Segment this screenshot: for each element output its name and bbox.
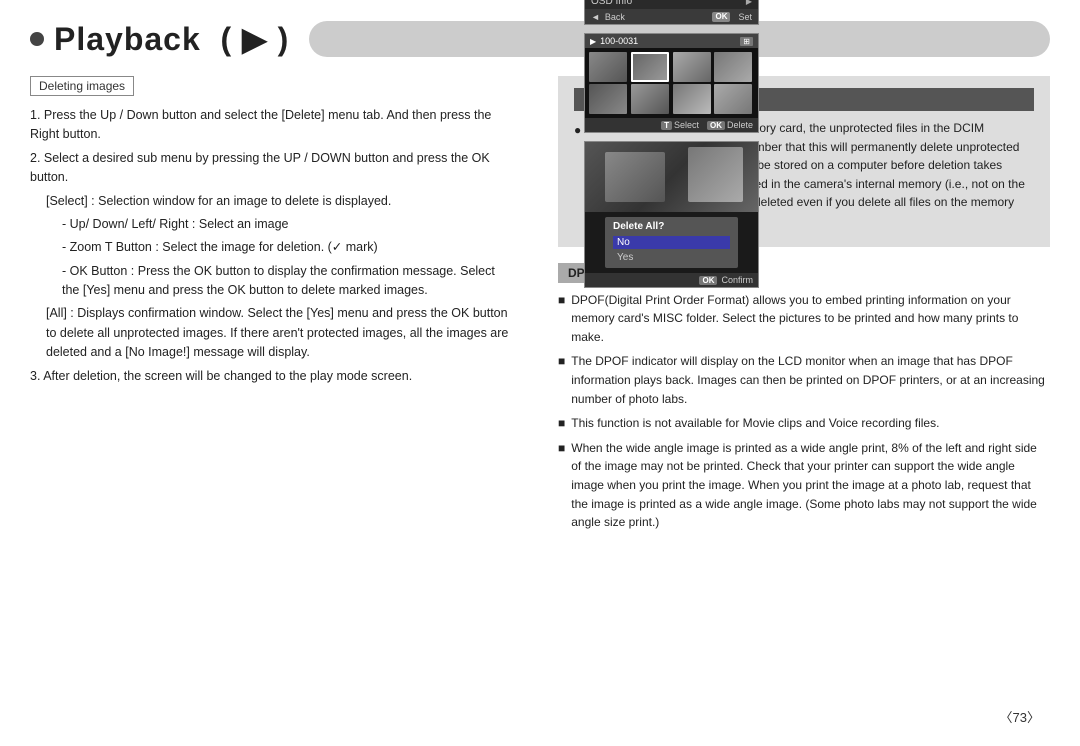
ok-set: OK Set [712,12,752,22]
photo-thumb-5 [589,84,627,114]
photo-thumb-4 [714,52,752,82]
left-column: Deleting images 1. Press the Up / Down b… [30,76,510,699]
dpof-item-3: ■ This function is not available for Mov… [558,414,1050,433]
t-select: T Select [661,120,699,130]
page: Playback ( ▶ ) Deleting images 1. Press … [0,0,1080,746]
photo-thumb-1 [589,52,627,82]
ok-delete: OK Delete [707,120,753,130]
photo-thumb-6 [631,84,669,114]
dpof-item-2: ■ The DPOF indicator will display on the… [558,352,1050,408]
select-desc: [Select] : Selection window for an image… [30,192,510,211]
photo-thumb-2 [631,52,669,82]
delete-screen: Delete All? No Yes OK Confirm [584,141,759,288]
all-desc: [All] : Displays confirmation window. Se… [30,304,510,362]
dpof-section: DPOF ■ DPOF(Digital Print Order Format) … [558,263,1050,532]
photo-grid-header: ▶ 100-0031 ⊞ [585,34,758,48]
delete-screen-bottom: OK Confirm [585,273,758,287]
menu-bottom-bar: ◄ Back OK Set [585,10,758,24]
section-label: Deleting images [30,76,134,96]
back-label: ◄ Back [591,12,625,22]
delete-dialog: Delete All? No Yes [605,217,738,268]
delete-dialog-title: Delete All? [613,221,730,232]
delete-option-no: No [613,236,730,249]
page-title: Playback ( ▶ ) [54,20,289,58]
photo-thumb-8 [714,84,752,114]
menu-screen: PLAYBACK Protect ▶ Delete ▶ Select DPOF [584,0,759,25]
photo-thumb-7 [673,84,711,114]
photo-grid-screen: ▶ 100-0031 ⊞ [584,33,759,133]
header-bullet [30,32,44,46]
main-content: Deleting images 1. Press the Up / Down b… [30,76,1050,699]
photo-grid-title: 100-0031 [600,36,638,46]
dpof-item-1: ■ DPOF(Digital Print Order Format) allow… [558,291,1050,347]
menu-item-osd: OSD Info ▶ [585,0,758,10]
dpof-content: ■ DPOF(Digital Print Order Format) allow… [558,291,1050,532]
photo-thumb-3 [673,52,711,82]
step-3: 3. After deletion, the screen will be ch… [30,367,510,386]
delete-options: No Yes [613,236,730,264]
zoom-desc: - Zoom T Button : Select the image for d… [30,238,510,257]
play-icon: ▶ [590,37,596,46]
menu-items: Protect ▶ Delete ▶ Select DPOF ▶ All [585,0,758,10]
page-header: Playback ( ▶ ) [30,20,1050,58]
nav-desc: - Up/ Down/ Left/ Right : Select an imag… [30,215,510,234]
delete-option-yes: Yes [613,251,730,264]
step-1: 1. Press the Up / Down button and select… [30,106,510,145]
instructions: 1. Press the Up / Down button and select… [30,106,510,386]
delete-photo-area [585,142,758,212]
info-dot: ● [574,121,581,231]
photo-grid-content [585,48,758,118]
ok-desc: - OK Button : Press the OK button to dis… [30,262,510,301]
page-number: 〈73〉 [30,707,1050,726]
photo-grid-bottom: T Select OK Delete [585,118,758,132]
dpof-item-4: ■ When the wide angle image is printed a… [558,439,1050,532]
step-2: 2. Select a desired sub menu by pressing… [30,149,510,188]
grid-icon: ⊞ [740,37,753,46]
